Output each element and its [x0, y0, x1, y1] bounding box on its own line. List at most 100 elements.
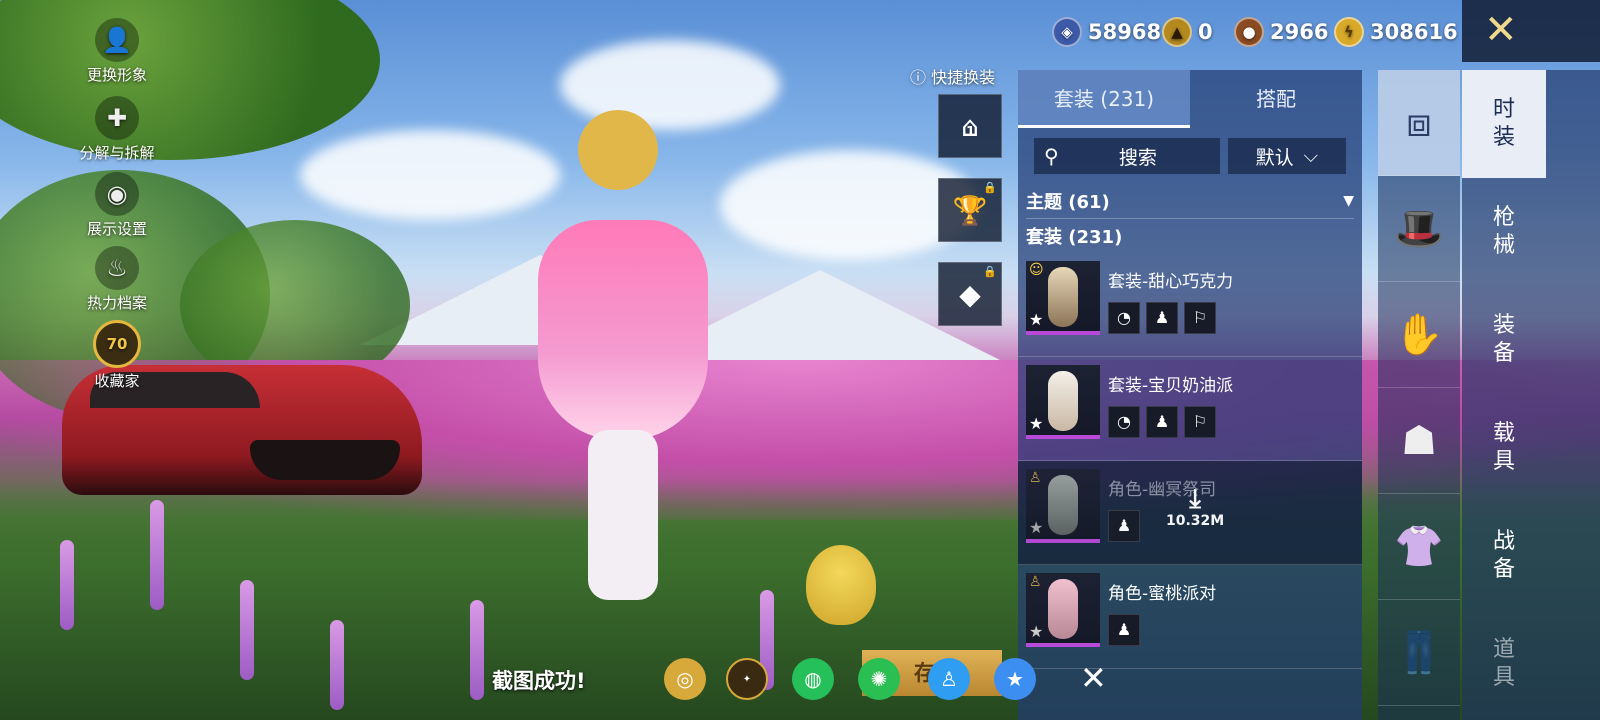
item-parts: ◔ ♟ ⚐ — [1108, 406, 1354, 438]
tab-items[interactable]: 道具 — [1462, 610, 1546, 718]
theme-section-header[interactable]: 主题 (61) ▼ — [1018, 184, 1362, 218]
slot-number: 1 — [966, 125, 976, 140]
part-icon: ♟ — [1146, 406, 1178, 438]
chick-pet — [806, 545, 876, 625]
category-accessory[interactable]: ✋ — [1378, 282, 1460, 388]
share-peace-elite-button[interactable]: ✦ — [726, 658, 768, 700]
tab-guns[interactable]: 枪械 — [1462, 178, 1546, 286]
outfit-figure — [1048, 475, 1078, 535]
hat-icon: 🎩 — [1394, 206, 1444, 252]
collector-badge-icon: 70 — [93, 320, 141, 368]
moments-icon: ✺ — [870, 667, 888, 691]
star-icon: ★ — [1029, 622, 1044, 641]
tab-suits[interactable]: 套装 (231) — [1018, 70, 1190, 128]
part-icon: ⚐ — [1184, 302, 1216, 334]
download-button[interactable]: ⤓ 10.32M — [1166, 485, 1224, 529]
collector-button[interactable]: 70 收藏家 — [78, 320, 156, 391]
close-button[interactable]: ✕ — [1462, 0, 1600, 62]
category-mask[interactable]: ☗ — [1378, 388, 1460, 494]
currency-medal[interactable]: ▲ 0 — [1162, 16, 1213, 48]
share-moments-button[interactable]: ✺ — [858, 658, 900, 700]
lupine-flower — [240, 580, 254, 680]
flame-icon: ♨ — [95, 246, 139, 290]
outfit-figure — [1048, 579, 1078, 639]
lock-icon: 🔒 — [983, 265, 997, 278]
collector-label: 收藏家 — [94, 372, 140, 390]
lupine-flower — [150, 500, 164, 610]
glove-icon: ✋ — [1394, 312, 1444, 358]
screenshot-toast: 截图成功! — [492, 669, 586, 693]
quick-outfit-slot-3-locked[interactable]: ◆ 🔒 — [938, 262, 1002, 326]
currency-bronze[interactable]: ● 2966 — [1234, 16, 1328, 48]
list-item[interactable]: ♙ ★ 角色-蜜桃派对 ♟ — [1018, 565, 1362, 669]
heat-profile-button[interactable]: ♨ 热力档案 — [78, 246, 156, 313]
list-item[interactable]: ★ 套装-宝贝奶油派 ◔ ♟ ⚐ — [1018, 357, 1362, 461]
currency-value: 0 — [1198, 20, 1213, 44]
qzone-icon: ★ — [1006, 667, 1024, 691]
category-pants[interactable]: 👖 — [1378, 600, 1460, 706]
quick-outfit-slot-2-locked[interactable]: 🏆 🔒 — [938, 178, 1002, 242]
quick-outfit-slot-1[interactable]: ⌂ 1 — [938, 94, 1002, 158]
character-legs — [588, 430, 658, 600]
search-icon: ⚲ — [1044, 144, 1059, 168]
list-item[interactable]: ☺ ★ 套装-甜心巧克力 ◔ ♟ ⚐ — [1018, 253, 1362, 357]
display-settings-label: 展示设置 — [86, 220, 147, 238]
share-qq-button[interactable]: ♙ — [928, 658, 970, 700]
triangle-down-icon: ▼ — [1343, 193, 1354, 209]
tab-vehicles[interactable]: 载具 — [1462, 394, 1546, 502]
tab-match[interactable]: 搭配 — [1190, 70, 1362, 128]
currency-value: 58968 — [1088, 20, 1162, 44]
part-icon: ◔ — [1108, 406, 1140, 438]
star-icon: ★ — [1029, 310, 1044, 329]
puzzle-icon: ✚ — [95, 96, 139, 140]
quick-outfit-label[interactable]: ⓘ 快捷换装 — [910, 64, 995, 88]
bronze-coin-icon: ● — [1234, 17, 1264, 47]
peace-elite-icon: ✦ — [742, 673, 752, 685]
category-top[interactable]: 👚 — [1378, 494, 1460, 600]
tab-equipment[interactable]: 装备 — [1462, 286, 1546, 394]
item-thumbnail: ♙ ★ — [1026, 469, 1100, 543]
download-size: 10.32M — [1166, 513, 1225, 529]
gift-box-icon: ⧈ — [1406, 99, 1432, 146]
category-suit-box[interactable]: ⧈ — [1378, 70, 1460, 176]
quick-outfit-text: 快捷换装 — [931, 68, 996, 87]
chevron-down-icon: ⌵ — [1303, 145, 1319, 167]
category-icon-column: ⧈ 🎩 ✋ ☗ 👚 👖 — [1378, 70, 1460, 720]
category-headwear[interactable]: 🎩 — [1378, 176, 1460, 282]
lupine-flower — [330, 620, 344, 710]
item-thumbnail: ☺ ★ — [1026, 261, 1100, 335]
character-hair — [578, 110, 658, 190]
search-placeholder: 搜索 — [1118, 146, 1157, 169]
share-wechat-button[interactable]: ◍ — [792, 658, 834, 700]
player-character[interactable] — [498, 110, 728, 600]
item-thumbnail: ★ — [1026, 365, 1100, 439]
tab-fashion[interactable]: 时装 — [1462, 70, 1546, 178]
sort-label: 默认 — [1255, 146, 1294, 169]
share-qzone-button[interactable]: ★ — [994, 658, 1036, 700]
diamond-icon: ◆ — [959, 277, 981, 311]
share-game-button[interactable]: ◎ — [664, 658, 706, 700]
currency-gold[interactable]: ϟ 308616 — [1334, 16, 1458, 48]
outfit-figure — [1048, 371, 1078, 431]
star-icon: ★ — [1029, 518, 1044, 537]
currency-blue[interactable]: ◈ 58968 — [1052, 16, 1161, 48]
item-parts: ♟ — [1108, 510, 1354, 542]
outfit-figure — [1048, 267, 1078, 327]
part-icon: ♟ — [1108, 510, 1140, 542]
tab-battle-prep[interactable]: 战备 — [1462, 502, 1546, 610]
list-item[interactable]: ♙ ★ 角色-幽冥祭司 ♟ ⤓ 10.32M — [1018, 461, 1362, 565]
medal-coin-icon: ▲ — [1162, 17, 1192, 47]
item-parts: ♟ — [1108, 614, 1354, 646]
game-circle-icon: ◎ — [676, 667, 694, 691]
display-settings-button[interactable]: ◉ 展示设置 — [78, 172, 156, 239]
change-avatar-button[interactable]: 👤 更换形象 — [78, 18, 156, 85]
heat-profile-label: 热力档案 — [86, 294, 147, 312]
decompose-button[interactable]: ✚ 分解与拆解 — [78, 96, 156, 163]
share-close-button[interactable]: ✕ — [1080, 660, 1107, 696]
search-input[interactable]: ⚲ 搜索 — [1034, 138, 1220, 174]
sort-dropdown[interactable]: 默认 ⌵ — [1227, 138, 1346, 174]
pants-icon: 👖 — [1394, 630, 1444, 676]
lock-icon: 🔒 — [983, 181, 997, 194]
blue-coin-icon: ◈ — [1052, 17, 1082, 47]
item-name: 角色-蜜桃派对 — [1108, 584, 1217, 604]
